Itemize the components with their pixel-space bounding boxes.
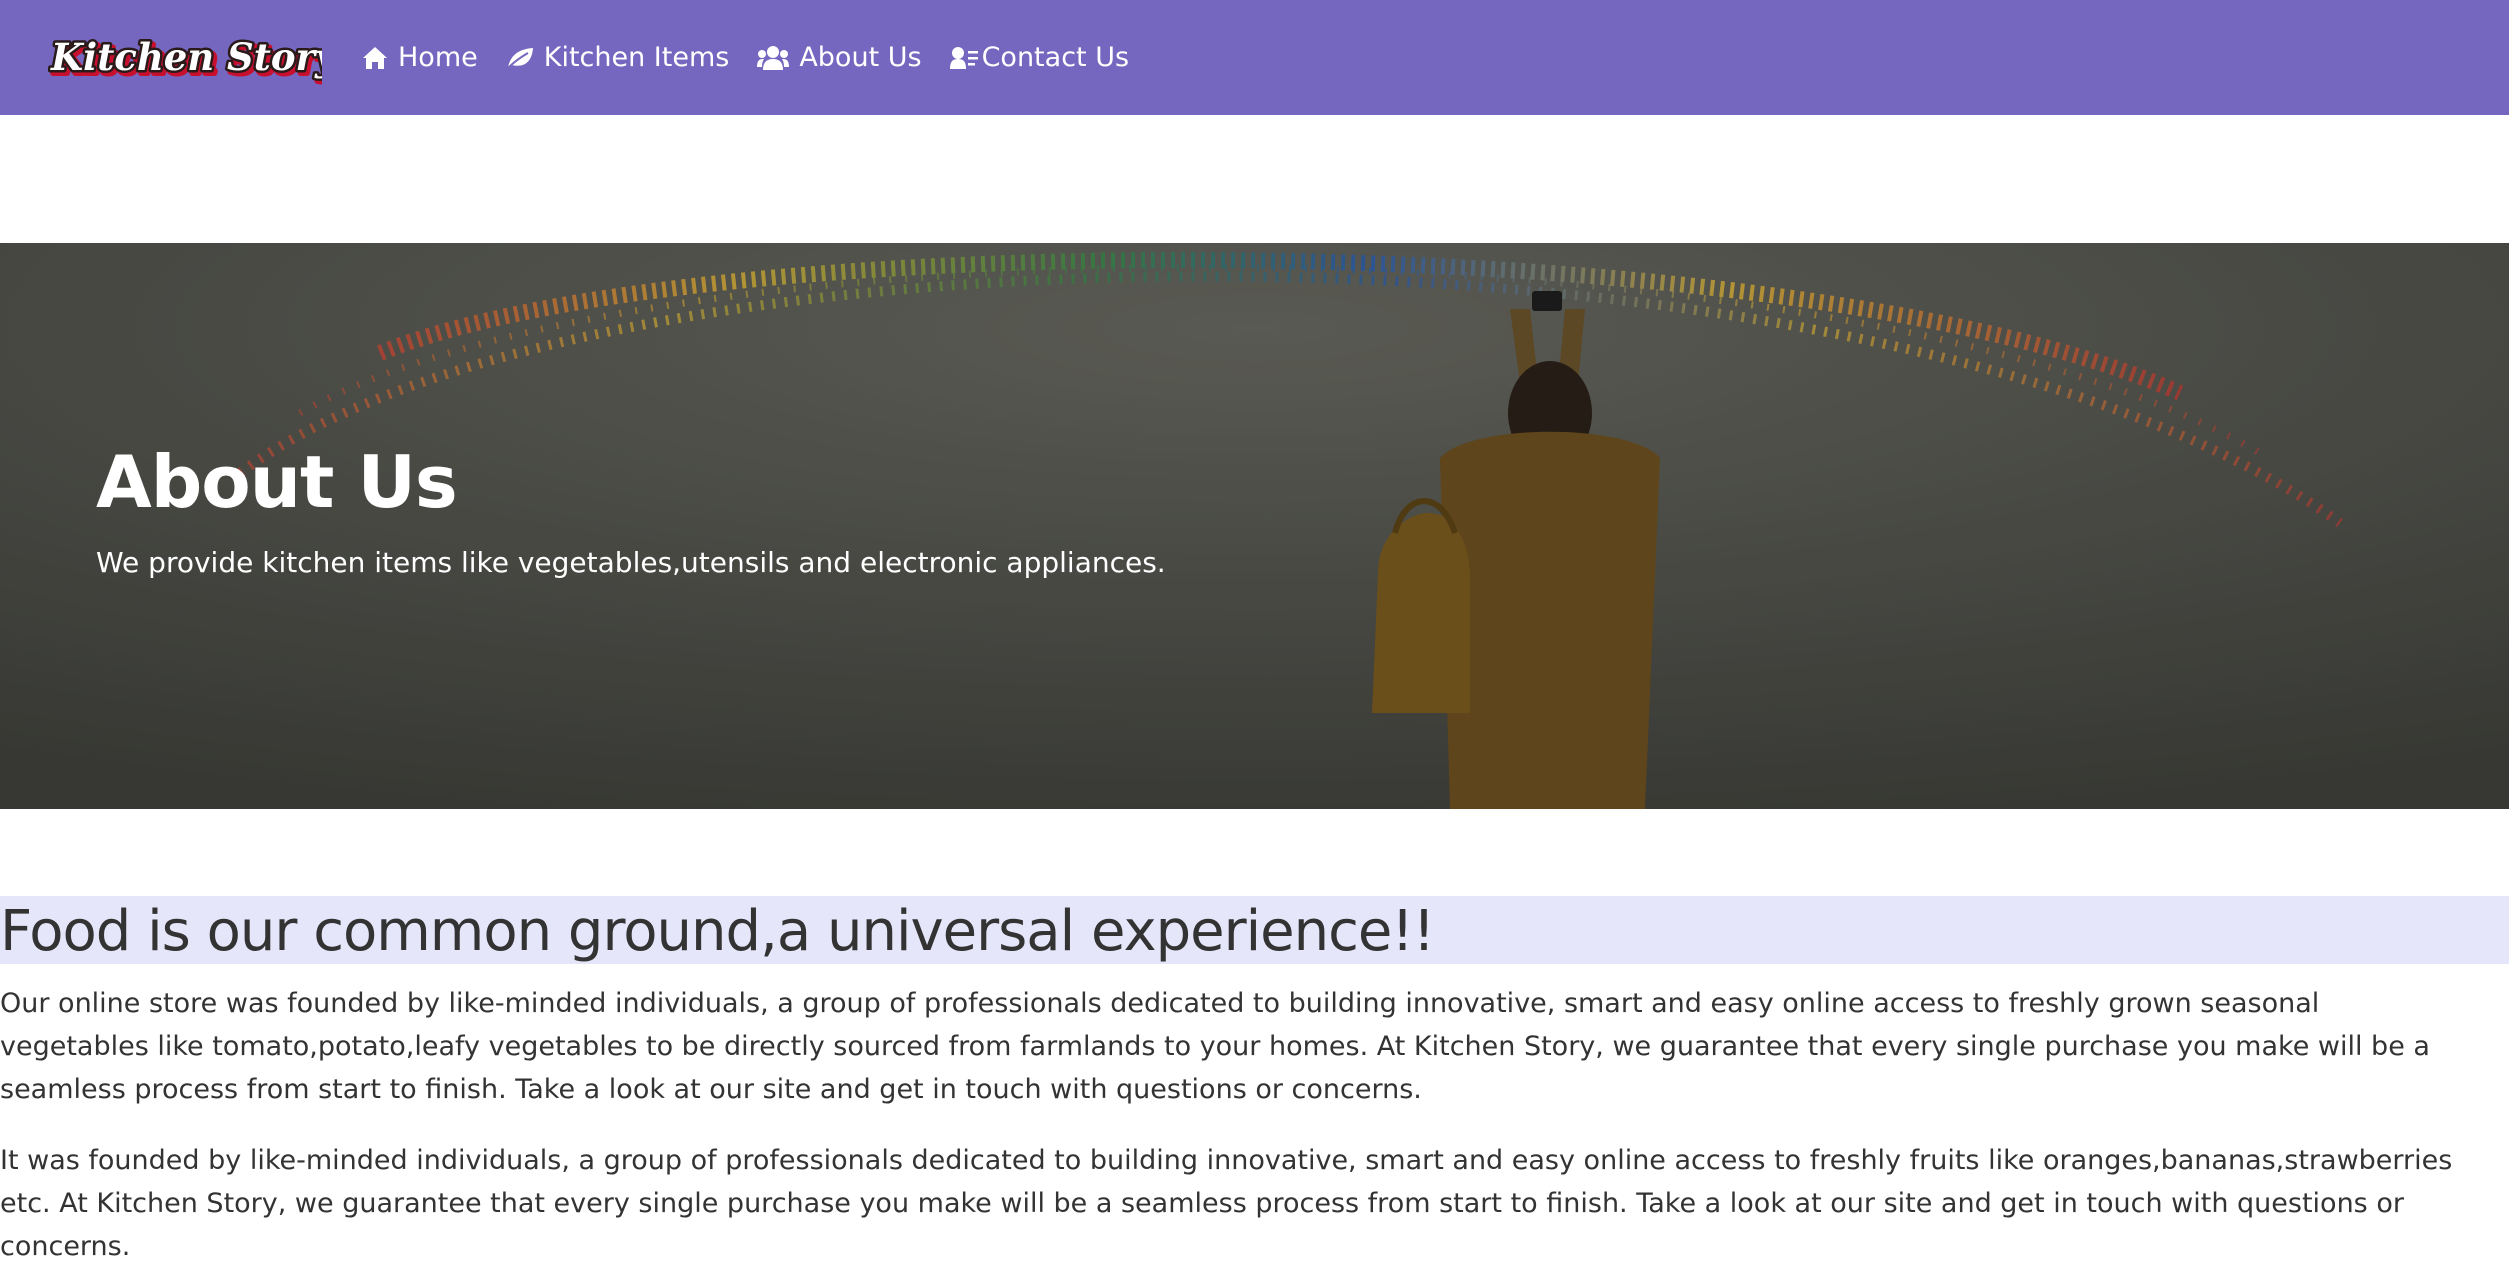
hero-background-image [0,243,2509,809]
section-heading: Food is our common ground,a universal ex… [0,899,1435,964]
nav-menu: Home Kitchen Items About Us Contact Us [362,0,1129,115]
users-icon [757,45,790,71]
about-paragraph: Our online store was founded by like-min… [0,988,2430,1105]
nav-item-label: Kitchen Items [543,42,730,73]
hero-title: About Us [96,440,458,524]
nav-item-contact-us[interactable]: Contact Us [949,42,1130,73]
nav-item-label: Contact Us [981,42,1130,73]
top-navbar: Kitchen Story Kitchen Story Kitchen Stor… [0,0,2509,115]
leaf-icon [506,46,534,70]
home-icon [362,46,388,70]
brand-logo-text: Kitchen Story [50,35,322,79]
nav-item-kitchen-items[interactable]: Kitchen Items [506,42,730,73]
user-list-icon [949,46,978,70]
nav-item-about-us[interactable]: About Us [757,42,922,73]
hero-banner: About Us We provide kitchen items like v… [0,243,2509,809]
nav-item-home[interactable]: Home [362,42,478,73]
brand-logo[interactable]: Kitchen Story Kitchen Story Kitchen Stor… [48,30,322,92]
nav-item-label: Home [398,42,478,73]
hero-subtitle: We provide kitchen items like vegetables… [96,546,1166,579]
nav-item-label: About Us [799,42,922,73]
about-paragraph: It was founded by like-minded individual… [0,1145,2453,1262]
